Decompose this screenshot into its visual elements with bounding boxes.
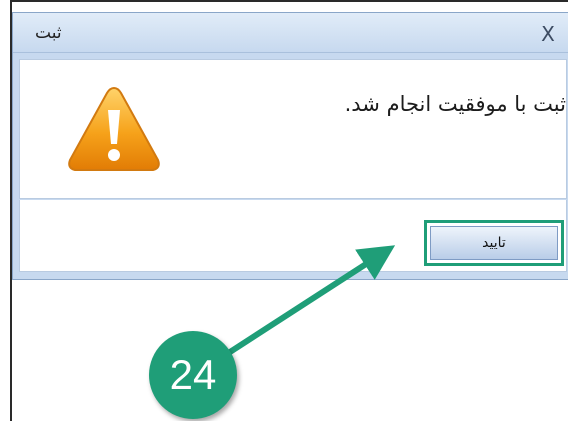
- ok-button-highlight: تایید: [424, 220, 564, 266]
- screenshot-stage: ثبت X ثبت با موفقیت انجام شد. تایید 24: [0, 0, 568, 421]
- step-number-badge: 24: [149, 331, 237, 419]
- dialog-content: ثبت با موفقیت انجام شد.: [19, 59, 567, 199]
- close-icon[interactable]: X: [535, 23, 561, 45]
- warning-triangle-icon: [68, 86, 160, 171]
- dialog-footer: تایید: [19, 200, 567, 272]
- dialog-message: ثبت با موفقیت انجام شد.: [344, 92, 566, 116]
- window-frame-top: [10, 0, 568, 2]
- dialog-titlebar: ثبت X: [13, 13, 568, 53]
- message-dialog: ثبت X ثبت با موفقیت انجام شد. تایید: [12, 12, 568, 280]
- dialog-title: ثبت: [35, 23, 62, 43]
- ok-button[interactable]: تایید: [430, 226, 558, 260]
